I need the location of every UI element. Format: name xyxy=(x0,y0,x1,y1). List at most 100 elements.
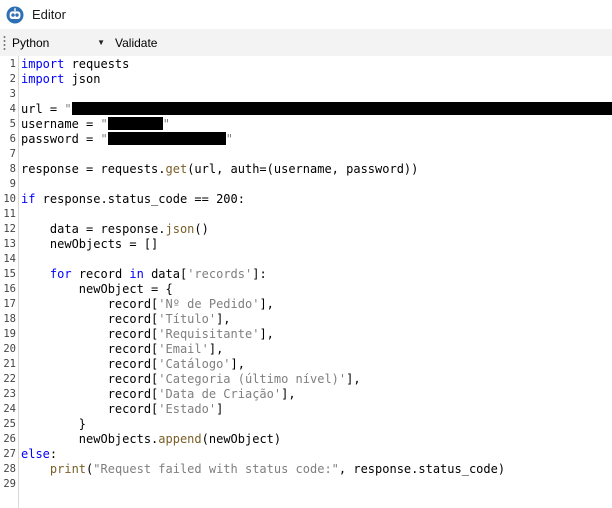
code-text: record['Nº de Pedido'], xyxy=(21,297,274,312)
code-plain: (newObject) xyxy=(201,432,282,446)
code-line: 4 url = " xyxy=(0,102,612,117)
code-text: for record in data['records']: xyxy=(21,267,267,282)
code-line: 9 xyxy=(0,177,612,192)
code-line: 26 newObjects.append(newObject) xyxy=(0,432,612,447)
line-number: 28 xyxy=(3,463,16,475)
code-text: import json xyxy=(21,72,100,87)
code-string: " xyxy=(64,102,72,116)
code-plain xyxy=(21,462,50,476)
code-plain: newObjects. xyxy=(21,432,159,446)
code-plain: record[ xyxy=(21,312,159,326)
code-line: 21 record['Catálogo'], xyxy=(0,357,612,372)
code-plain: record[ xyxy=(21,357,159,371)
code-string: " xyxy=(225,132,233,146)
code-string: 'Categoria (último nível)' xyxy=(158,372,347,386)
code-plain: ] xyxy=(216,402,224,416)
code-function: json xyxy=(165,222,195,236)
code-plain: () xyxy=(194,222,209,236)
code-plain: response = requests. xyxy=(21,162,166,176)
line-number: 26 xyxy=(3,433,16,445)
code-string: 'Estado' xyxy=(158,402,217,416)
code-line: 24 record['Estado'] xyxy=(0,402,612,417)
line-number: 23 xyxy=(3,388,16,400)
line-number: 8 xyxy=(9,163,16,175)
code-editor[interactable]: 1 import requests 2 import json 3 4 url = " 5 us… xyxy=(0,56,612,508)
code-string: 'Catálogo' xyxy=(158,357,231,371)
code-string: 'Nº de Pedido' xyxy=(158,297,260,311)
line-number: 3 xyxy=(9,88,16,100)
line-number: 11 xyxy=(3,208,16,220)
code-plain: record[ xyxy=(21,327,159,341)
code-string: " xyxy=(162,117,170,131)
line-number: 10 xyxy=(3,193,16,205)
code-plain xyxy=(21,267,50,281)
validate-button[interactable]: Validate xyxy=(113,34,159,52)
line-number: 13 xyxy=(3,238,16,250)
redacted-block xyxy=(107,132,226,145)
window-title: Editor xyxy=(32,7,66,22)
code-plain: ], xyxy=(346,372,361,386)
code-line: 11 xyxy=(0,207,612,222)
code-line: 2 import json xyxy=(0,72,612,87)
line-number: 1 xyxy=(9,58,16,70)
code-plain: record[ xyxy=(21,342,159,356)
line-number: 29 xyxy=(3,478,16,490)
line-number: 15 xyxy=(3,268,16,280)
code-plain: record[ xyxy=(21,402,159,416)
line-number: 17 xyxy=(3,298,16,310)
code-plain: } xyxy=(21,417,87,431)
code-plain: ], xyxy=(259,297,274,311)
code-line: 7 xyxy=(0,147,612,162)
title-bar: Editor xyxy=(0,0,612,29)
code-plain: record[ xyxy=(21,387,159,401)
code-plain: newObjects = [] xyxy=(21,237,159,251)
code-line: 6 password = " " xyxy=(0,132,612,147)
code-plain: record xyxy=(71,267,130,281)
code-string: "Request failed with status code:" xyxy=(93,462,339,476)
line-number: 22 xyxy=(3,373,16,385)
line-number: 7 xyxy=(9,148,16,160)
code-line: 10 if response.status_code == 200: xyxy=(0,192,612,207)
code-text: newObjects.append(newObject) xyxy=(21,432,281,447)
line-number: 18 xyxy=(3,313,16,325)
line-number: 2 xyxy=(9,73,16,85)
code-plain: requests xyxy=(64,57,130,71)
code-plain: username = xyxy=(21,117,101,131)
code-plain: (url, auth=(username, password)) xyxy=(187,162,419,176)
code-plain: newObject = { xyxy=(21,282,173,296)
code-line: 1 import requests xyxy=(0,57,612,72)
line-number: 5 xyxy=(9,118,16,130)
code-text: record['Requisitante'], xyxy=(21,327,274,342)
code-line: 28 print("Request failed with status cod… xyxy=(0,462,612,477)
code-string: 'Requisitante' xyxy=(158,327,260,341)
line-number: 25 xyxy=(3,418,16,430)
line-number: 19 xyxy=(3,328,16,340)
line-number: 4 xyxy=(9,103,16,115)
robot-icon xyxy=(6,6,24,23)
line-number: 14 xyxy=(3,253,16,265)
code-line: 16 newObject = { xyxy=(0,282,612,297)
code-plain: : xyxy=(49,447,58,461)
code-plain: data[ xyxy=(143,267,188,281)
code-plain: ], xyxy=(259,327,274,341)
code-string: " xyxy=(100,117,108,131)
code-line: 13 newObjects = [] xyxy=(0,237,612,252)
code-text: if response.status_code == 200: xyxy=(21,192,245,207)
code-plain: record[ xyxy=(21,297,159,311)
code-plain: password = xyxy=(21,132,101,146)
code-text: password = " " xyxy=(21,132,233,147)
code-plain: ], xyxy=(216,312,231,326)
code-plain: json xyxy=(64,72,101,86)
toolbar-grip-handle[interactable] xyxy=(3,35,6,50)
code-line: 25 } xyxy=(0,417,612,432)
code-line: 22 record['Categoria (último nível)'], xyxy=(0,372,612,387)
line-number: 16 xyxy=(3,283,16,295)
language-select[interactable]: Python ▼ xyxy=(10,32,109,53)
code-keyword: if xyxy=(21,192,36,206)
code-keyword: for xyxy=(49,267,72,281)
code-keyword: else xyxy=(21,447,50,461)
code-function: append xyxy=(158,432,202,446)
line-number: 9 xyxy=(9,178,16,190)
code-line: 8 response = requests.get(url, auth=(user… xyxy=(0,162,612,177)
code-line: 29 xyxy=(0,477,612,492)
